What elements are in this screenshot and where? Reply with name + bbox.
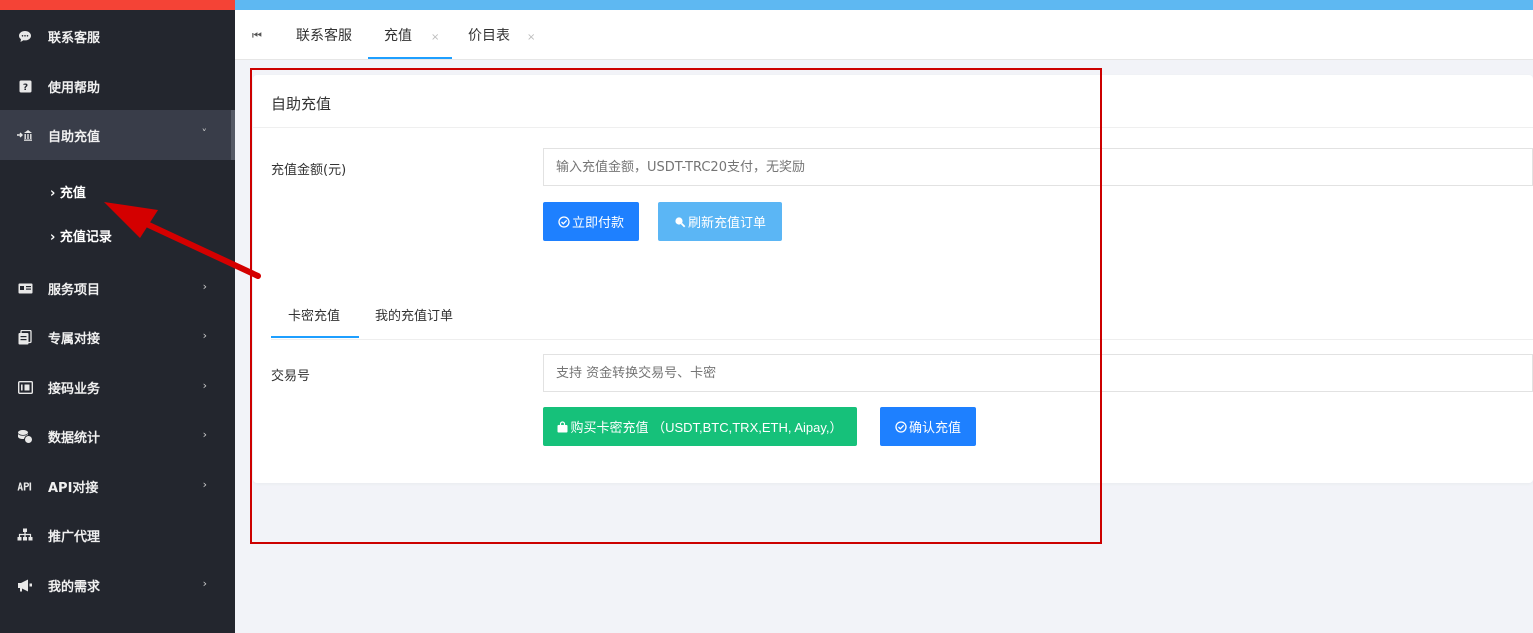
chevron-right-icon: ›: [202, 577, 207, 590]
sidebar-item-label: 服务项目: [48, 282, 101, 298]
sidebar-item-label: 使用帮助: [48, 80, 101, 96]
sidebar-item-exclusive-docking[interactable]: 专属对接 ›: [0, 312, 235, 362]
chat-bubble-icon: [16, 27, 34, 45]
check-circle-icon: [558, 215, 570, 228]
pay-now-button[interactable]: 立即付款: [543, 202, 639, 241]
documents-icon: [16, 328, 34, 346]
search-icon: [674, 216, 686, 228]
sidebar-item-label: 自助充值: [48, 129, 101, 145]
sidebar-item-label: API对接: [48, 480, 99, 496]
sidebar-subitem-recharge-records[interactable]: › 充值记录: [50, 226, 112, 245]
transaction-input[interactable]: [543, 354, 1533, 392]
sidebar-item-self-recharge[interactable]: 自助充值 ˅: [0, 110, 235, 160]
subtab-my-orders[interactable]: 我的充值订单: [375, 305, 453, 339]
tab-bar: ⏮ 联系客服 充值 × 价目表 ×: [235, 10, 1533, 60]
sidebar-item-promotion[interactable]: 推广代理: [0, 510, 235, 560]
sidebar-item-label: 联系客服: [48, 30, 101, 46]
sidebar-item-statistics[interactable]: 数据统计 ›: [0, 411, 235, 461]
shopping-bag-icon: [557, 420, 568, 433]
sidebar-item-help[interactable]: ? 使用帮助: [0, 61, 235, 111]
recharge-subtabs: 卡密充值 我的充值订单: [271, 305, 1533, 340]
sidebar: 联系客服 ? 使用帮助 自助充值 ˅ › 充值 › 充值记录 服务项目 › 专属…: [0, 0, 235, 633]
subtab-card-recharge[interactable]: 卡密充值: [288, 305, 340, 339]
amount-label: 充值金额(元): [271, 163, 347, 178]
recharge-icon: [16, 126, 34, 144]
code-box-icon: [16, 378, 34, 396]
api-icon: [16, 477, 34, 495]
megaphone-icon: [16, 576, 34, 594]
sidebar-item-label: 我的需求: [48, 579, 101, 595]
sidebar-item-sms-code[interactable]: 接码业务 ›: [0, 362, 235, 412]
coins-icon: [16, 427, 34, 445]
sidebar-item-label: 接码业务: [48, 381, 101, 397]
help-icon: ?: [16, 77, 34, 95]
sidebar-subitem-label: 充值记录: [59, 230, 112, 245]
sidebar-top-strip: [0, 0, 235, 10]
tab-label: 充值: [384, 28, 412, 44]
buy-card-key-button[interactable]: 购买卡密充值 （USDT,BTC,TRX,ETH, Aipay,）: [543, 407, 857, 446]
check-circle-icon: [895, 420, 907, 433]
confirm-recharge-button[interactable]: 确认充值: [880, 407, 976, 446]
chevron-right-icon: ›: [202, 379, 207, 392]
tab-label: 价目表: [468, 28, 510, 44]
active-subtab-indicator: [271, 336, 359, 338]
sidebar-item-contact-support[interactable]: 联系客服: [0, 11, 235, 61]
chevron-right-icon: ›: [202, 329, 207, 342]
tab-label: 联系客服: [296, 28, 352, 44]
tab-recharge[interactable]: 充值 ×: [384, 10, 439, 59]
sidebar-item-services[interactable]: 服务项目 ›: [0, 263, 235, 313]
sidebar-item-my-requests[interactable]: 我的需求 ›: [0, 560, 235, 610]
close-icon[interactable]: ×: [431, 32, 439, 43]
chevron-right-icon: ›: [202, 280, 207, 293]
sitemap-icon: [16, 526, 34, 544]
card-title: 自助充值: [271, 95, 332, 113]
button-label: 购买卡密充值 （USDT,BTC,TRX,ETH, Aipay,）: [570, 420, 843, 435]
divider: [253, 127, 1533, 128]
button-label: 确认充值: [908, 420, 961, 435]
id-card-icon: [16, 279, 34, 297]
button-label: 刷新充值订单: [687, 215, 766, 230]
transaction-label: 交易号: [271, 369, 311, 384]
button-label: 立即付款: [571, 215, 624, 230]
header-strip: [235, 0, 1533, 10]
recharge-card: 自助充值 充值金额(元) 立即付款 刷新充值订单 卡密充值 我的充值订单 交易号…: [253, 75, 1533, 483]
tab-price-list[interactable]: 价目表 ×: [468, 10, 535, 59]
sidebar-item-label: 专属对接: [48, 331, 101, 347]
close-icon[interactable]: ×: [527, 32, 535, 43]
active-indicator: [231, 110, 235, 160]
sidebar-subitem-label: 充值: [59, 186, 86, 201]
chevron-right-icon: ›: [202, 428, 207, 441]
chevron-right-icon: ›: [50, 186, 56, 201]
sidebar-item-label: 推广代理: [48, 529, 101, 545]
sidebar-subitem-recharge[interactable]: › 充值: [50, 182, 86, 201]
amount-input[interactable]: [543, 148, 1533, 186]
active-tab-indicator: [368, 57, 452, 59]
tab-contact-support[interactable]: 联系客服: [296, 10, 352, 59]
svg-text:?: ?: [22, 83, 27, 93]
first-page-icon[interactable]: ⏮: [252, 10, 262, 59]
chevron-down-icon: ˅: [201, 127, 208, 140]
sidebar-item-label: 数据统计: [48, 430, 101, 446]
refresh-orders-button[interactable]: 刷新充值订单: [658, 202, 782, 241]
sidebar-item-api[interactable]: API对接 ›: [0, 461, 235, 511]
chevron-right-icon: ›: [202, 478, 207, 491]
chevron-right-icon: ›: [50, 230, 56, 245]
